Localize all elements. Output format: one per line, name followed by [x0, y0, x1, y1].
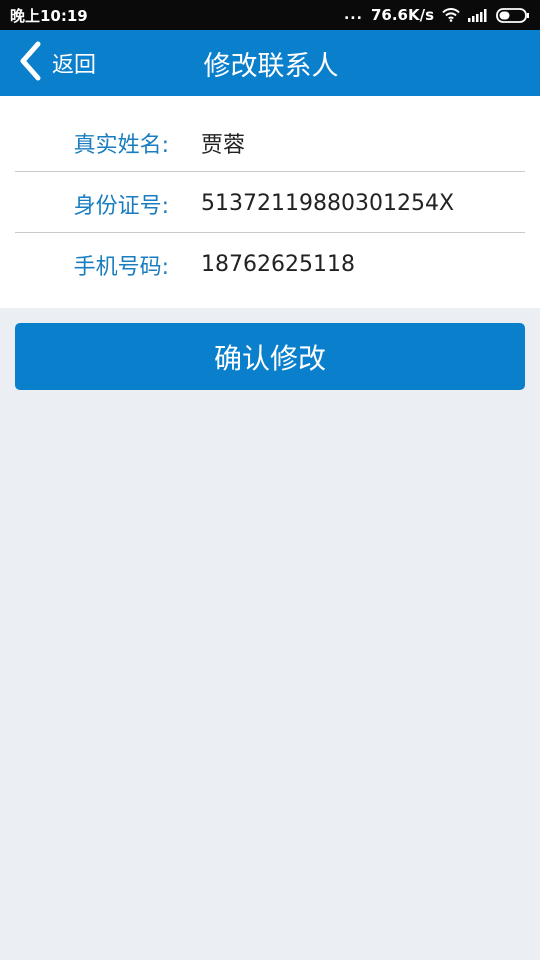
- nav-bar: 返回 修改联系人: [0, 30, 540, 96]
- phone-label: 手机号码:: [73, 254, 169, 280]
- signal-icon: [468, 8, 488, 22]
- id-number-value[interactable]: 51372119880301254X: [201, 191, 454, 216]
- status-time: 晚上10:19: [10, 6, 88, 25]
- status-bar: 晚上10:19 ... 76.6K/s: [0, 0, 540, 30]
- confirm-modify-button[interactable]: 确认修改: [15, 323, 525, 390]
- phone-value[interactable]: 18762625118: [201, 252, 355, 277]
- form-row-name: 真实姓名: 贾蓉: [15, 112, 525, 173]
- page-title: 修改联系人: [203, 50, 339, 82]
- form-row-phone: 手机号码: 18762625118: [15, 234, 525, 295]
- divider: [15, 171, 525, 172]
- status-dots: ...: [343, 7, 363, 23]
- name-label: 真实姓名:: [73, 132, 169, 158]
- form-row-id-number: 身份证号: 51372119880301254X: [15, 173, 525, 234]
- divider: [15, 232, 525, 233]
- name-value[interactable]: 贾蓉: [201, 127, 245, 159]
- contact-form: 真实姓名: 贾蓉 身份证号: 51372119880301254X 手机号码: …: [0, 96, 540, 308]
- wifi-icon: [442, 8, 460, 22]
- id-number-label: 身份证号:: [73, 193, 169, 219]
- net-speed: 76.6K/s: [370, 6, 434, 24]
- battery-icon: [496, 7, 530, 23]
